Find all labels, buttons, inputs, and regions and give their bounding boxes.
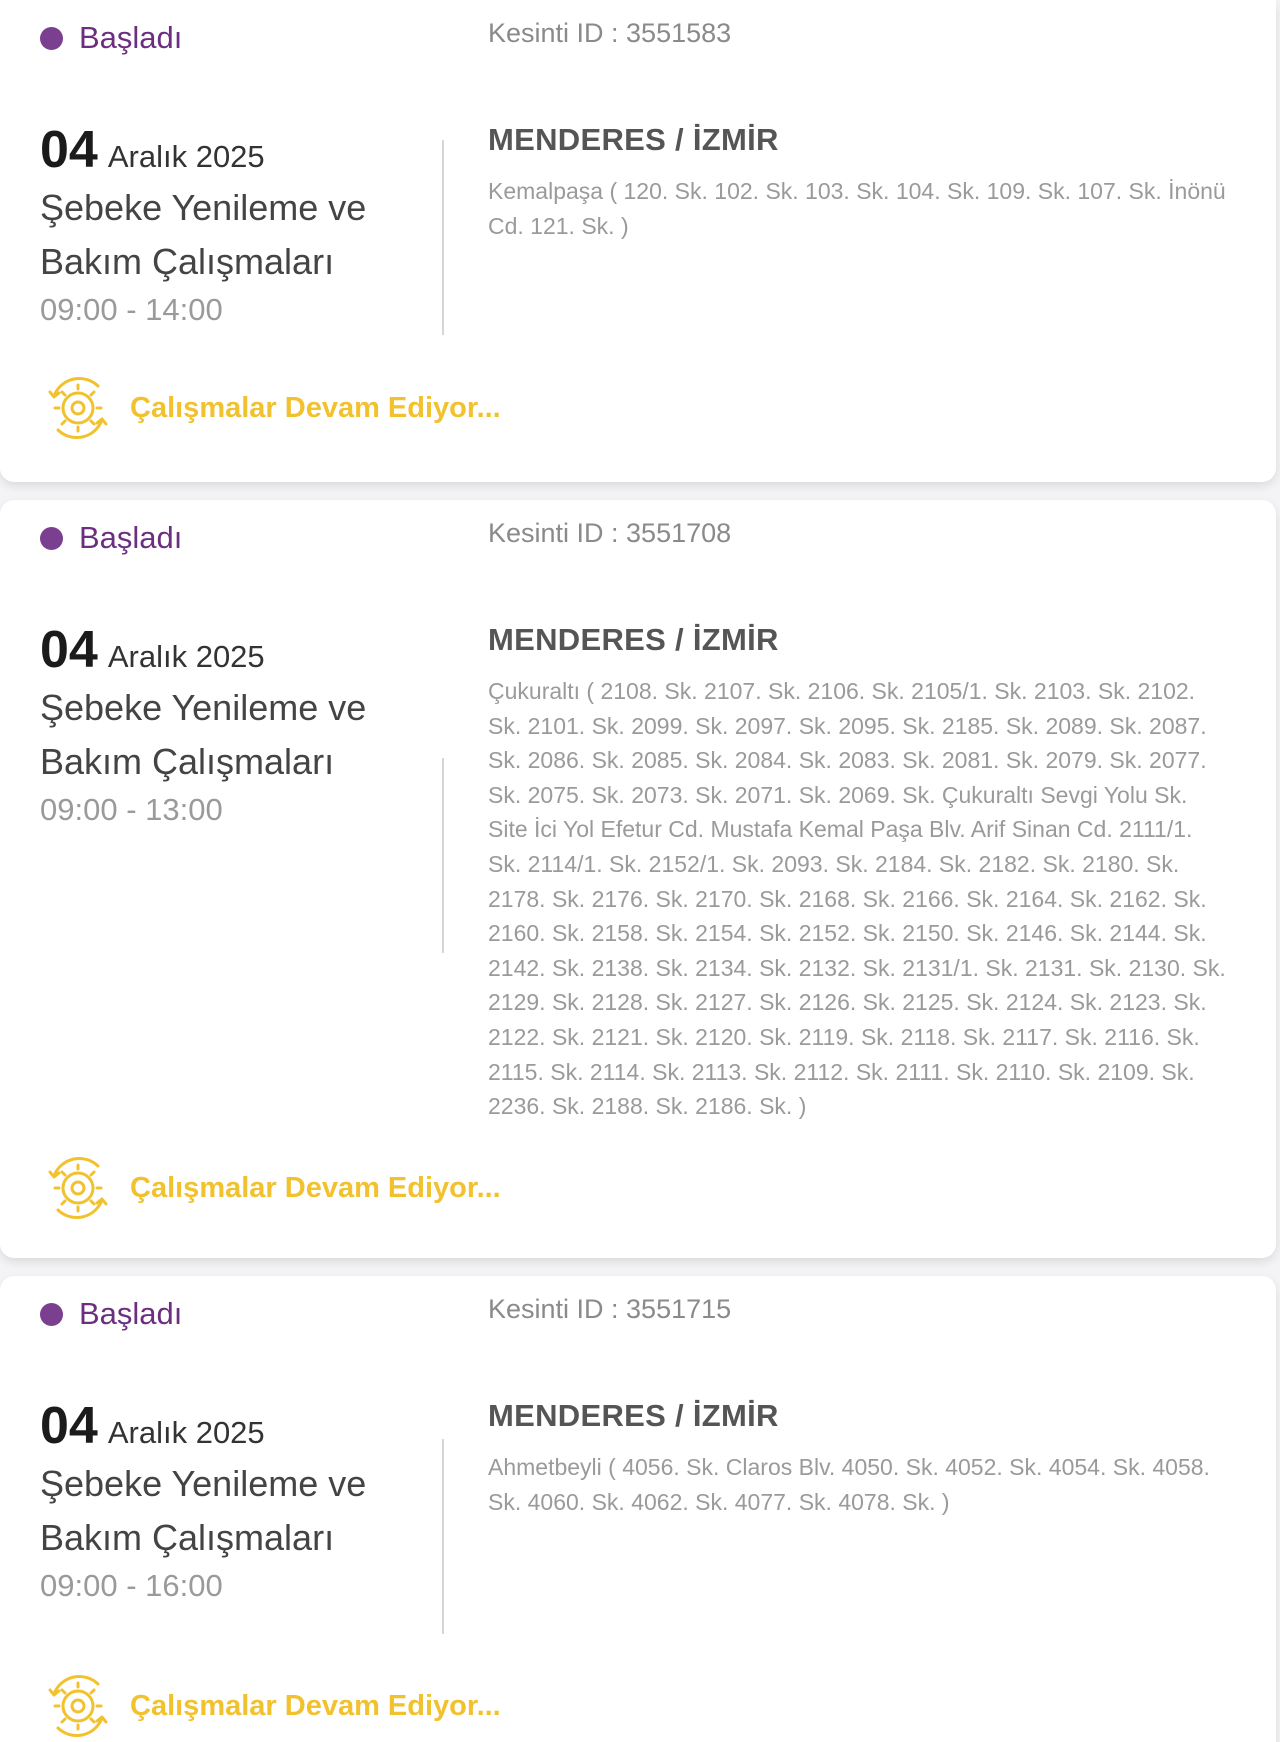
outage-date: 04 Aralık 2025 bbox=[40, 120, 430, 180]
outage-summary: 04 Aralık 2025 Şebeke Yenileme ve Bakım … bbox=[40, 620, 430, 832]
outage-card[interactable]: Başladı Kesinti ID : 3551583 04 Aralık 2… bbox=[0, 0, 1276, 482]
progress-label: Çalışmalar Devam Ediyor... bbox=[130, 1689, 501, 1722]
affected-streets: Ahmetbeyli ( 4056. Sk. Claros Blv. 4050.… bbox=[488, 1454, 1210, 1515]
progress-status: Çalışmalar Devam Ediyor... bbox=[40, 370, 501, 446]
outage-date: 04 Aralık 2025 bbox=[40, 1396, 430, 1456]
date-day: 04 bbox=[40, 121, 98, 179]
outage-time: 09:00 - 16:00 bbox=[40, 1568, 223, 1603]
progress-status: Çalışmalar Devam Ediyor... bbox=[40, 1150, 501, 1226]
progress-status: Çalışmalar Devam Ediyor... bbox=[40, 1668, 501, 1742]
outage-date: 04 Aralık 2025 bbox=[40, 620, 430, 680]
vertical-divider bbox=[442, 1439, 444, 1634]
outage-id: Kesinti ID : 3551708 bbox=[488, 518, 732, 548]
vertical-divider bbox=[442, 758, 444, 953]
date-month-year: Aralık 2025 bbox=[107, 639, 265, 674]
status-indicator: Başladı bbox=[40, 20, 182, 56]
work-title-line-2: Bakım Çalışmaları bbox=[40, 741, 335, 782]
affected-streets: Çukuraltı ( 2108. Sk. 2107. Sk. 2106. Sk… bbox=[488, 678, 1226, 1120]
work-title-line-2: Bakım Çalışmaları bbox=[40, 1517, 335, 1558]
progress-label: Çalışmalar Devam Ediyor... bbox=[130, 391, 501, 424]
outage-id: Kesinti ID : 3551583 bbox=[488, 18, 732, 48]
outage-summary: 04 Aralık 2025 Şebeke Yenileme ve Bakım … bbox=[40, 1396, 430, 1608]
date-day: 04 bbox=[40, 1397, 98, 1455]
outage-location: MENDERES / İZMİR Kemalpaşa ( 120. Sk. 10… bbox=[488, 122, 1228, 243]
outage-time: 09:00 - 13:00 bbox=[40, 792, 223, 827]
date-day: 04 bbox=[40, 621, 98, 679]
work-title-line-1: Şebeke Yenileme ve bbox=[40, 687, 367, 728]
gear-refresh-icon bbox=[48, 1674, 108, 1738]
region: MENDERES / İZMİR bbox=[488, 122, 779, 157]
outage-location: MENDERES / İZMİR Ahmetbeyli ( 4056. Sk. … bbox=[488, 1398, 1228, 1519]
status-dot-icon bbox=[40, 526, 63, 550]
date-month-year: Aralık 2025 bbox=[107, 139, 265, 174]
work-title-line-1: Şebeke Yenileme ve bbox=[40, 1463, 367, 1504]
status-dot-icon bbox=[40, 26, 63, 50]
date-month-year: Aralık 2025 bbox=[107, 1415, 265, 1450]
outage-id: Kesinti ID : 3551715 bbox=[488, 1294, 732, 1324]
region: MENDERES / İZMİR bbox=[488, 622, 779, 657]
gear-refresh-icon bbox=[48, 376, 108, 440]
outage-card[interactable]: Başladı Kesinti ID : 3551715 04 Aralık 2… bbox=[0, 1276, 1276, 1742]
status-indicator: Başladı bbox=[40, 520, 182, 556]
progress-label: Çalışmalar Devam Ediyor... bbox=[130, 1171, 501, 1204]
work-title-line-1: Şebeke Yenileme ve bbox=[40, 187, 367, 228]
outage-location: MENDERES / İZMİR Çukuraltı ( 2108. Sk. 2… bbox=[488, 622, 1228, 1124]
region: MENDERES / İZMİR bbox=[488, 1398, 779, 1433]
outage-card[interactable]: Başladı Kesinti ID : 3551708 04 Aralık 2… bbox=[0, 500, 1276, 1258]
status-label: Başladı bbox=[79, 20, 183, 55]
outage-time: 09:00 - 14:00 bbox=[40, 292, 223, 327]
status-indicator: Başladı bbox=[40, 1296, 182, 1332]
status-label: Başladı bbox=[79, 520, 183, 555]
status-dot-icon bbox=[40, 1302, 63, 1326]
gear-refresh-icon bbox=[48, 1156, 108, 1220]
outage-summary: 04 Aralık 2025 Şebeke Yenileme ve Bakım … bbox=[40, 120, 430, 332]
vertical-divider bbox=[442, 140, 444, 335]
affected-streets: Kemalpaşa ( 120. Sk. 102. Sk. 103. Sk. 1… bbox=[488, 178, 1226, 239]
work-title-line-2: Bakım Çalışmaları bbox=[40, 241, 335, 282]
status-label: Başladı bbox=[79, 1296, 183, 1331]
